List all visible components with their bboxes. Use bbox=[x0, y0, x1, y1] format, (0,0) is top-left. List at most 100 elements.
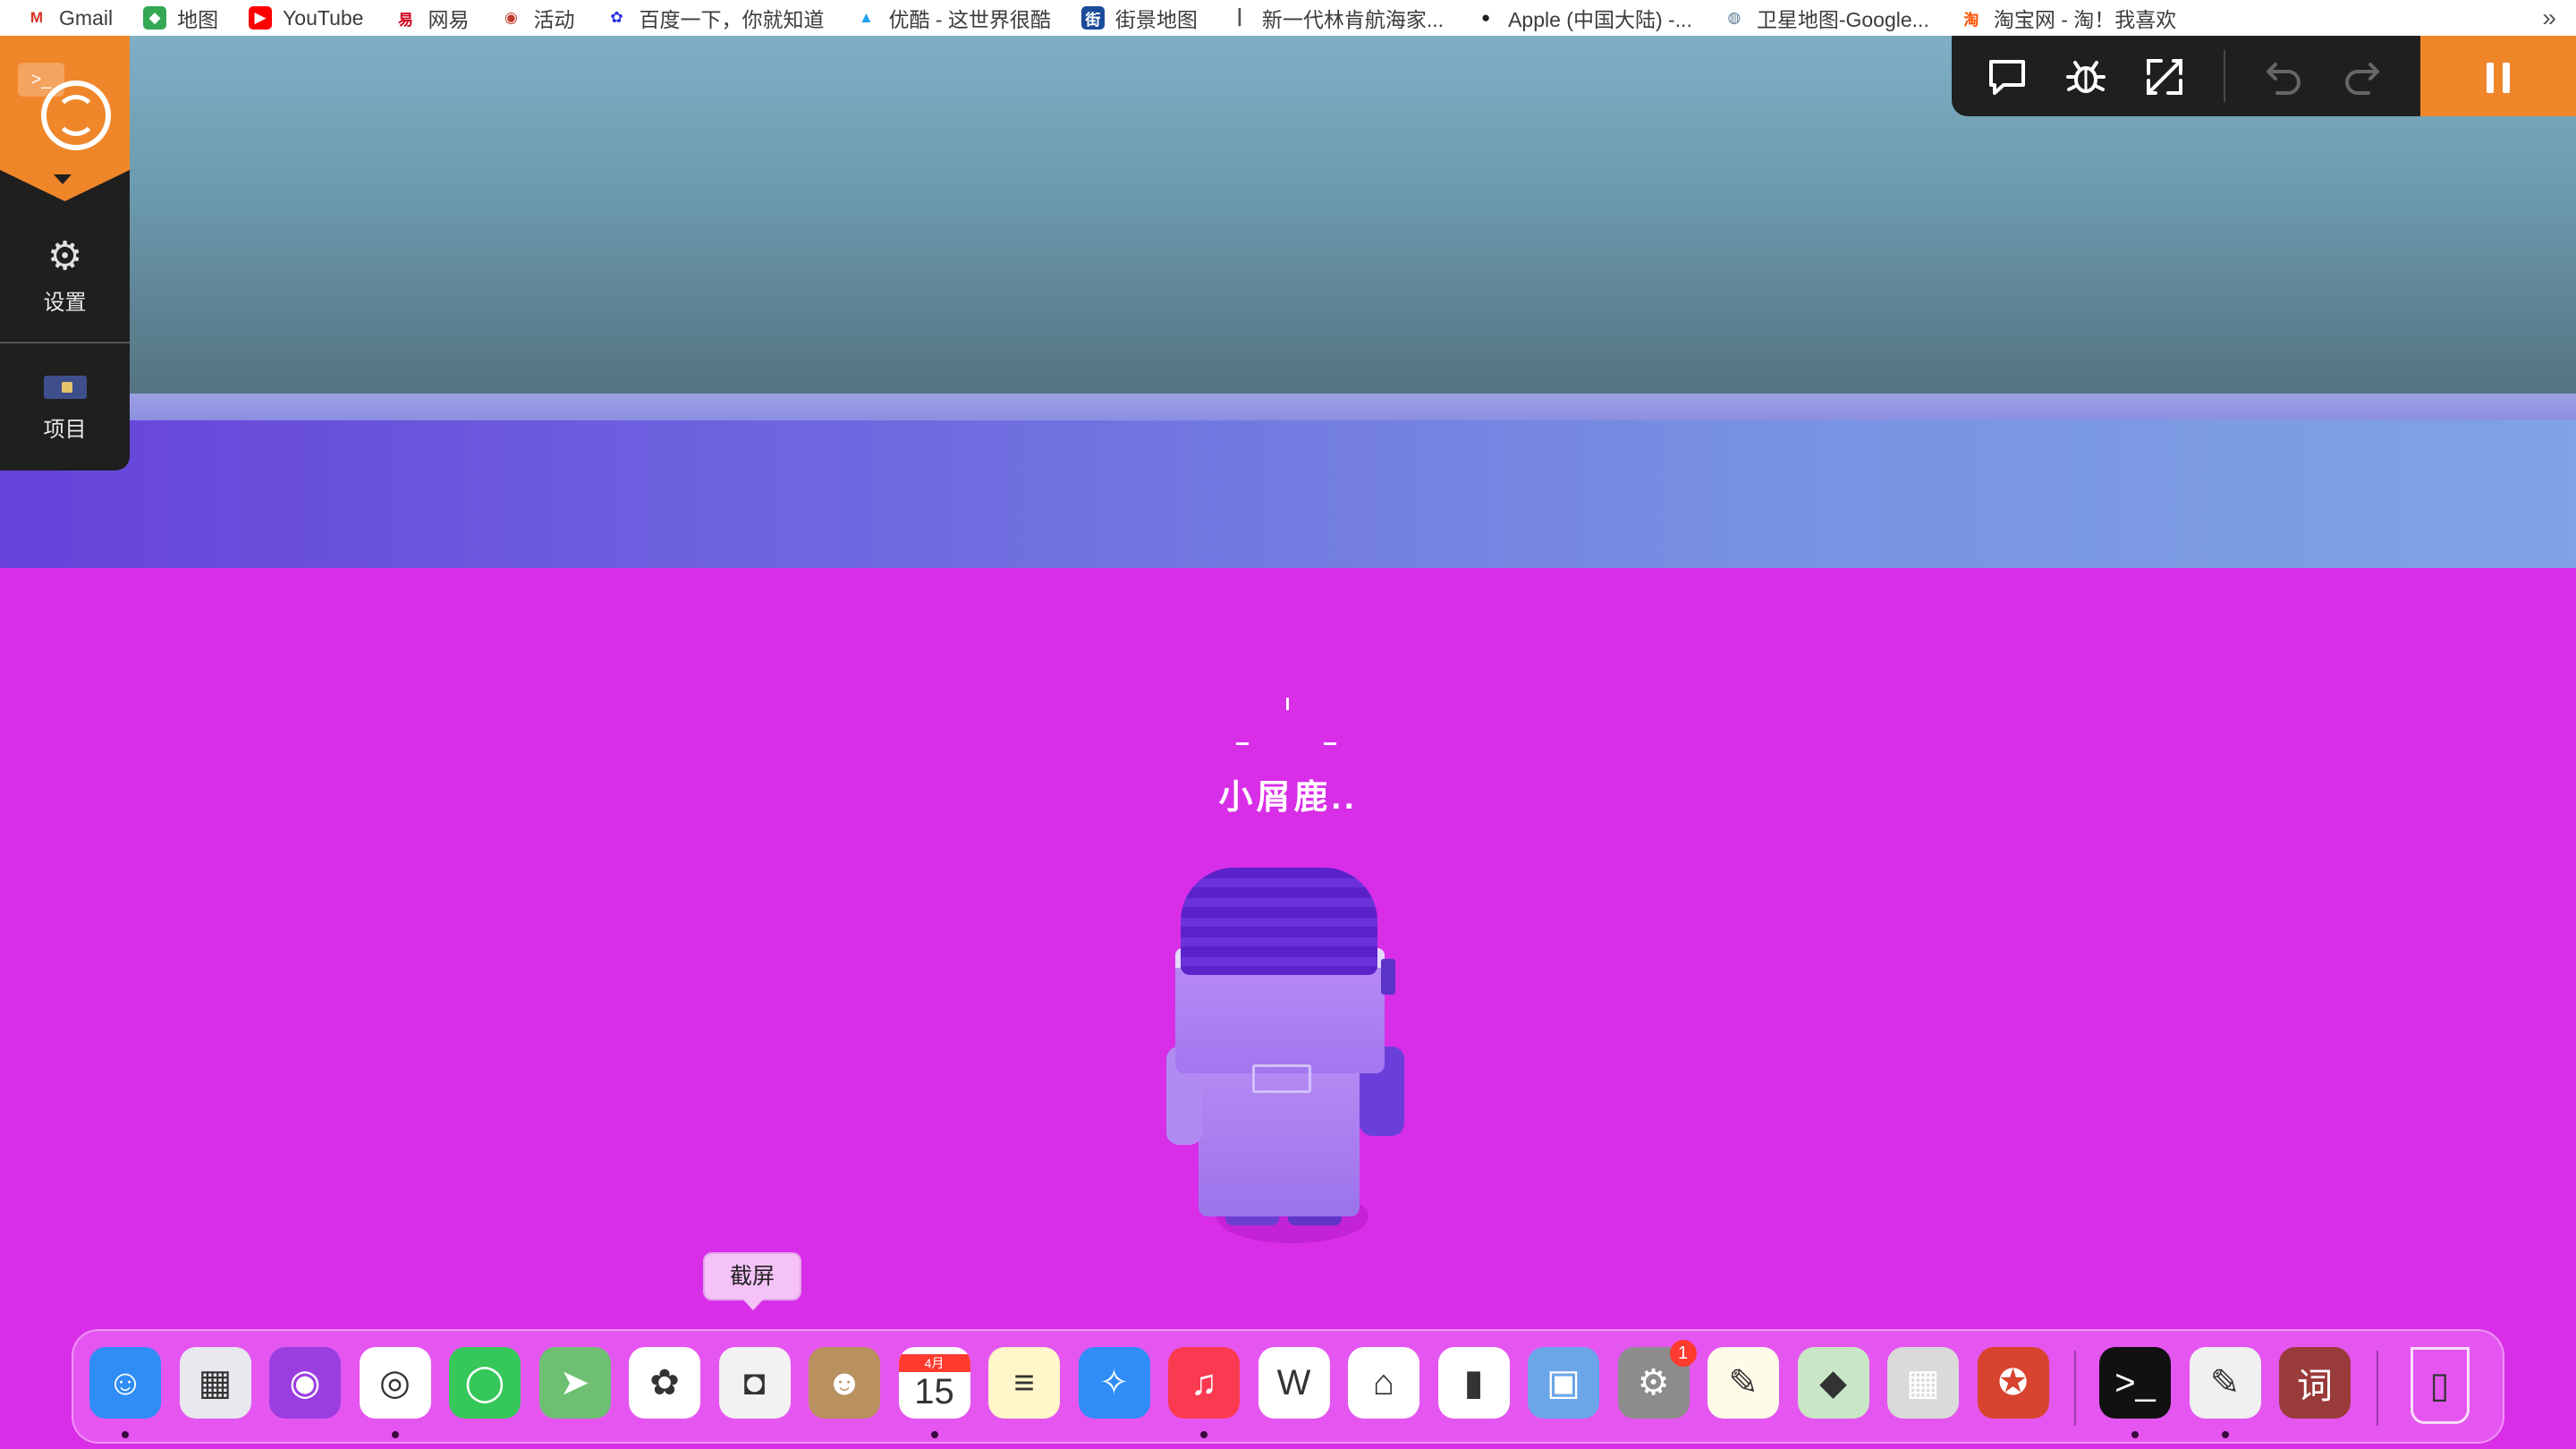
dock-app-wps[interactable]: W bbox=[1258, 1347, 1330, 1419]
bookmark-apple[interactable]: ● Apple (中国大陆) -... bbox=[1474, 0, 1692, 36]
script-editor-icon: ✎ bbox=[2209, 1363, 2241, 1402]
dock-app-terminal[interactable]: >_ bbox=[2099, 1347, 2171, 1419]
pause-icon bbox=[2503, 63, 2510, 93]
game-viewport[interactable]: 小屑鹿.. bbox=[0, 36, 2576, 1449]
youtube-icon: ▶ bbox=[249, 6, 273, 30]
dock-app-notes[interactable]: ≡ bbox=[988, 1347, 1060, 1419]
redo-icon bbox=[2345, 63, 2379, 95]
app-logo[interactable]: >_ bbox=[0, 36, 130, 201]
project-icon bbox=[43, 376, 87, 399]
dock-app-music[interactable]: ♫ bbox=[1168, 1347, 1240, 1419]
dock-tooltip: 截屏 bbox=[703, 1252, 801, 1301]
bookmark-maps[interactable]: ◆ 地图 bbox=[143, 0, 218, 36]
keynote-icon: ⌂ bbox=[1372, 1362, 1395, 1402]
dock-app-keynote[interactable]: ⌂ bbox=[1348, 1347, 1419, 1419]
npc-name-label: 小屑鹿.. bbox=[1218, 779, 1358, 817]
fullscreen-button[interactable] bbox=[2141, 54, 2188, 100]
bookmark-lincoln[interactable]: ┃ 新一代林肯航海家... bbox=[1227, 0, 1444, 36]
bookmark-taobao[interactable]: 淘淘宝网 - 淘！我喜欢 bbox=[1959, 0, 2177, 36]
bookmark-activity[interactable]: ◉ 活动 bbox=[499, 0, 574, 36]
bookmark-netease[interactable]: 易网易 bbox=[394, 0, 469, 36]
digital-color-meter-icon: ✪ bbox=[1997, 1363, 2029, 1402]
dock-app-photos[interactable]: ✿ bbox=[629, 1347, 700, 1419]
finder-icon: ☺ bbox=[106, 1362, 144, 1402]
dock-app-dictionary[interactable]: 词 bbox=[2279, 1347, 2351, 1419]
bookmark-baidu[interactable]: ✿ 百度一下，你就知道 bbox=[605, 0, 824, 36]
pause-icon bbox=[2487, 63, 2494, 93]
dock-app-trash[interactable]: ▯ bbox=[2410, 1347, 2470, 1424]
sidebar-item-label: 项目 bbox=[43, 418, 87, 442]
running-indicator bbox=[391, 1431, 399, 1438]
bookmark-label: 街景地图 bbox=[1114, 8, 1198, 31]
redo-button[interactable] bbox=[2338, 54, 2385, 100]
running-indicator bbox=[122, 1431, 129, 1438]
sidebar-item-project[interactable]: 项目 bbox=[0, 376, 130, 443]
editor-toolbar bbox=[1952, 36, 2420, 116]
dock-app-finder[interactable]: ☺ bbox=[89, 1347, 161, 1419]
bookmark-gmail[interactable]: M Gmail bbox=[25, 0, 113, 36]
bookmark-youku[interactable]: ▲ 优酷 - 这世界很酷 bbox=[854, 0, 1051, 36]
dock: ☺ ▦ ◉ ◎ ◯ ➤ ✿ ◘ ☻ 4月 15 ≡ ✧ ♫ W ⌂ ▮ ▣ ⚙ 1 ✎ ◆ ▦ ✪ >_ ✎ 词 ▯ bbox=[72, 1329, 2504, 1444]
character-ear bbox=[1381, 959, 1395, 995]
expand-icon bbox=[2147, 59, 2182, 95]
tooltip-arrow bbox=[742, 1299, 764, 1310]
chevron-down-icon[interactable] bbox=[54, 174, 72, 184]
comment-button[interactable] bbox=[1984, 54, 2030, 100]
bug-icon bbox=[2066, 61, 2106, 93]
bookmark-globe[interactable]: ◍ 卫星地图-Google... bbox=[1722, 0, 1929, 36]
bookmark-label: 地图 bbox=[177, 8, 219, 31]
lincoln-icon: ┃ bbox=[1227, 6, 1251, 30]
dock-app-script-editor[interactable]: ✎ bbox=[2189, 1347, 2261, 1419]
undo-button[interactable] bbox=[2261, 54, 2308, 100]
dock-app-pages[interactable]: ✎ bbox=[1707, 1347, 1779, 1419]
npc-marker bbox=[1324, 742, 1336, 745]
dock-app-numbers[interactable]: ▮ bbox=[1437, 1347, 1510, 1419]
character-face bbox=[1252, 1064, 1311, 1093]
dock-app-launchpad[interactable]: ▦ bbox=[179, 1347, 251, 1419]
dock-app-screen-sharing[interactable]: ▣ bbox=[1528, 1347, 1599, 1419]
streetview-icon: 街 bbox=[1080, 6, 1105, 30]
dock-app-podcasts[interactable]: ◉ bbox=[269, 1347, 341, 1419]
bookmark-label: 卫星地图-Google... bbox=[1756, 8, 1929, 31]
bookmark-label: 优酷 - 这世界很酷 bbox=[888, 8, 1051, 31]
dock-app-calculator[interactable]: ▦ bbox=[1887, 1347, 1959, 1419]
bookmark-label: 活动 bbox=[533, 8, 575, 31]
dock-app-messages[interactable]: ◯ bbox=[449, 1347, 521, 1419]
dock-app-safari[interactable]: ✧ bbox=[1078, 1347, 1150, 1419]
globe-icon: ◍ bbox=[1722, 6, 1746, 30]
bookmark-label: 百度一下，你就知道 bbox=[639, 8, 825, 31]
bookmark-label: Apple (中国大陆) -... bbox=[1508, 8, 1692, 31]
terminal-icon: >_ bbox=[2114, 1362, 2156, 1402]
activity-icon: ◉ bbox=[499, 6, 523, 30]
chrome-icon: ◎ bbox=[379, 1363, 411, 1402]
dock-app-calendar[interactable]: 4月 15 bbox=[898, 1347, 970, 1419]
dictionary-icon: 词 bbox=[2297, 1367, 2333, 1406]
bookmarks-bar: M Gmail ◆ 地图 ▶ YouTube 易网易 ◉ 活动 ✿ 百度一下，你就知道 ▲ 优酷 - 这… bbox=[0, 0, 2576, 36]
photos-icon: ✿ bbox=[649, 1363, 680, 1402]
player-character[interactable] bbox=[1163, 859, 1413, 1252]
running-indicator bbox=[2131, 1431, 2139, 1438]
sidebar-item-settings[interactable]: ⚙ 设置 bbox=[0, 234, 130, 316]
bookmark-label: 淘宝网 - 淘！我喜欢 bbox=[1993, 8, 2177, 31]
dock-app-pixelmator[interactable]: ◆ bbox=[1797, 1347, 1869, 1419]
far-ground-plane bbox=[0, 420, 2576, 568]
bookmark-youtube[interactable]: ▶ YouTube bbox=[249, 0, 363, 36]
taobao-icon: 淘 bbox=[1959, 6, 1983, 30]
dock-separator bbox=[2376, 1351, 2378, 1426]
comment-icon bbox=[1989, 60, 2025, 95]
dock-app-chrome[interactable]: ◎ bbox=[359, 1347, 431, 1419]
npc-marker bbox=[1286, 698, 1289, 710]
maps-icon: ◆ bbox=[143, 6, 167, 30]
numbers-icon: ▮ bbox=[1463, 1363, 1484, 1402]
pause-button[interactable] bbox=[2420, 36, 2576, 116]
logo-swirl-icon bbox=[55, 95, 97, 136]
dock-app-screenshot[interactable]: ◘ bbox=[718, 1347, 791, 1419]
debug-button[interactable] bbox=[2063, 54, 2109, 100]
dock-app-contacts[interactable]: ☻ bbox=[809, 1347, 880, 1419]
dock-app-digital-color-meter[interactable]: ✪ bbox=[1977, 1347, 2049, 1419]
bookmarks-overflow-button[interactable]: » bbox=[2542, 0, 2556, 36]
notification-badge: 1 bbox=[1669, 1340, 1697, 1367]
bookmark-streetview[interactable]: 街街景地图 bbox=[1080, 0, 1198, 36]
dock-app-maps[interactable]: ➤ bbox=[538, 1347, 611, 1419]
undo-icon bbox=[2267, 63, 2301, 95]
